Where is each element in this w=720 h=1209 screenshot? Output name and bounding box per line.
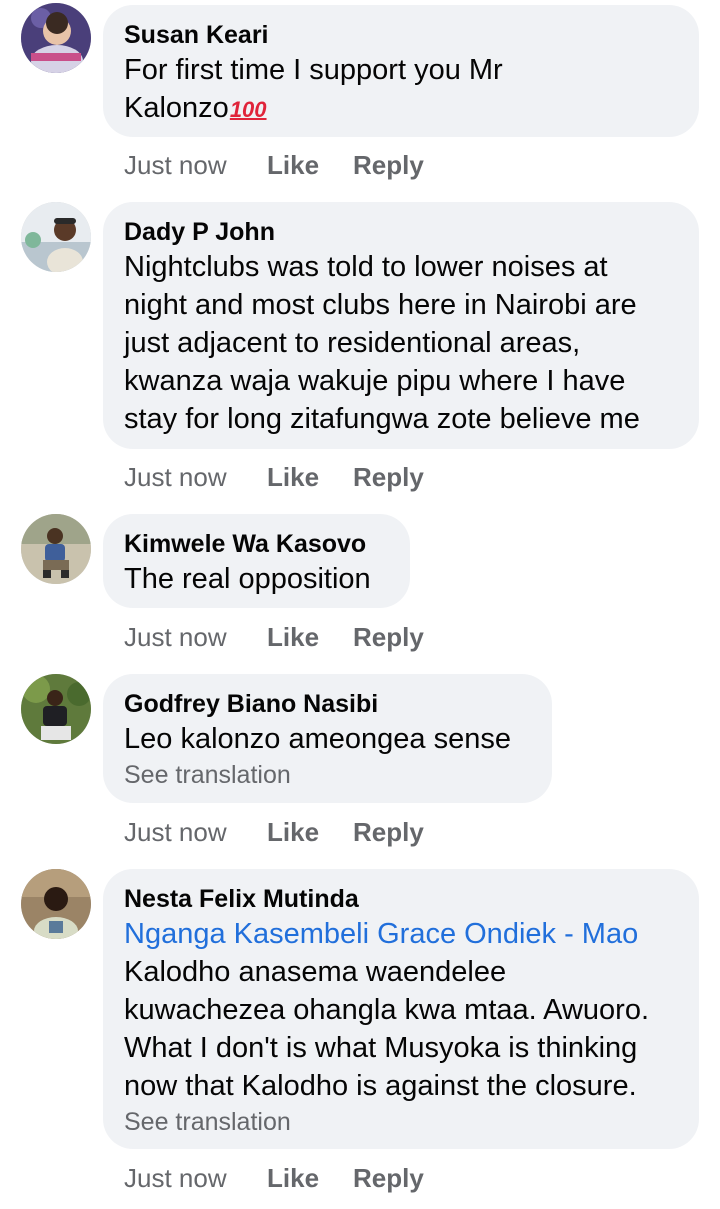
reply-button[interactable]: Reply: [353, 148, 424, 182]
avatar[interactable]: [21, 3, 91, 73]
avatar[interactable]: [21, 869, 91, 939]
avatar-image: [21, 674, 91, 744]
comment-actions: Just now Like Reply: [124, 148, 424, 182]
like-button[interactable]: Like: [267, 460, 353, 494]
see-translation-link[interactable]: See translation: [124, 1105, 677, 1139]
comment-text: Kalodho anasema waendelee kuwachezea oha…: [124, 956, 650, 1102]
avatar-image: [21, 202, 91, 272]
like-button[interactable]: Like: [267, 620, 353, 654]
reply-button[interactable]: Reply: [353, 620, 424, 654]
comment-actions: Just now Like Reply: [124, 620, 424, 654]
comment-actions: Just now Like Reply: [124, 1161, 424, 1195]
comment-timestamp[interactable]: Just now: [124, 1161, 267, 1195]
comment-bubble: Kimwele Wa Kasovo The real opposition: [103, 514, 410, 608]
comment-author[interactable]: Godfrey Biano Nasibi: [124, 688, 530, 720]
avatar[interactable]: [21, 202, 91, 272]
avatar-image: [21, 869, 91, 939]
comment-bubble: Nesta Felix Mutinda Nganga Kasembeli Gra…: [103, 869, 699, 1149]
comment-author[interactable]: Kimwele Wa Kasovo: [124, 528, 388, 560]
comment-timestamp[interactable]: Just now: [124, 148, 267, 182]
comment-text: For first time I support you Mr Kalonzo1…: [124, 51, 677, 129]
reply-button[interactable]: Reply: [353, 460, 424, 494]
comment-text: Nightclubs was told to lower noises at n…: [124, 251, 640, 435]
comment-bubble: Susan Keari For first time I support you…: [103, 5, 699, 137]
comment-bubble: Dady P John Nightclubs was told to lower…: [103, 202, 699, 449]
like-button[interactable]: Like: [267, 815, 353, 849]
comment-text: Leo kalonzo ameongea sense: [124, 723, 511, 755]
comment-timestamp[interactable]: Just now: [124, 460, 267, 494]
avatar[interactable]: [21, 674, 91, 744]
like-button[interactable]: Like: [267, 148, 353, 182]
hundred-points-emoji: 100: [229, 97, 267, 122]
comment-timestamp[interactable]: Just now: [124, 620, 267, 654]
avatar-image: [21, 3, 91, 73]
comment-actions: Just now Like Reply: [124, 460, 424, 494]
reply-button[interactable]: Reply: [353, 1161, 424, 1195]
comment-author[interactable]: Dady P John: [124, 216, 677, 248]
like-button[interactable]: Like: [267, 1161, 353, 1195]
comment-bubble: Godfrey Biano Nasibi Leo kalonzo ameonge…: [103, 674, 552, 803]
avatar[interactable]: [21, 514, 91, 584]
comment-timestamp[interactable]: Just now: [124, 815, 267, 849]
see-translation-link[interactable]: See translation: [124, 758, 530, 792]
comment-author[interactable]: Susan Keari: [124, 19, 677, 51]
comment-actions: Just now Like Reply: [124, 815, 424, 849]
comment-text-body: For first time I support you Mr Kalonzo: [124, 54, 503, 124]
avatar-image: [21, 514, 91, 584]
comment-text: The real opposition: [124, 563, 371, 595]
reply-button[interactable]: Reply: [353, 815, 424, 849]
mentioned-users-link[interactable]: Nganga Kasembeli Grace Ondiek - Mao: [124, 915, 677, 953]
comment-author[interactable]: Nesta Felix Mutinda: [124, 883, 677, 915]
